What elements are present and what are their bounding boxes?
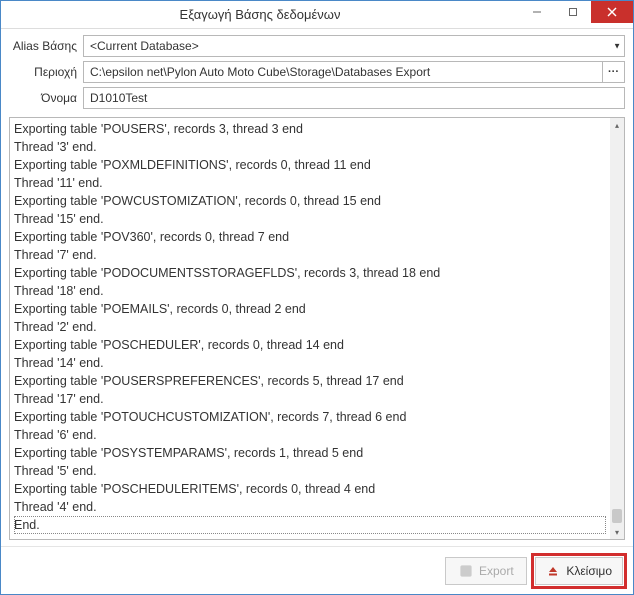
name-label: Όνομα [9,91,83,105]
browse-button[interactable]: ··· [603,61,625,83]
region-row: Περιοχή ··· [9,61,625,83]
export-database-window: Εξαγωγή Βάσης δεδομένων Alias Βάσης ▼ Πε… [0,0,634,595]
log-line: Exporting table 'POTOUCHCUSTOMIZATION', … [14,408,606,426]
window-close-button[interactable] [591,1,633,23]
name-row: Όνομα [9,87,625,109]
window-title: Εξαγωγή Βάσης δεδομένων [1,7,519,22]
log-output: Exporting table 'POUSERS', records 3, th… [9,117,625,540]
log-line: Thread '6' end. [14,426,606,444]
log-line: Thread '2' end. [14,318,606,336]
window-controls [519,1,633,28]
alias-input[interactable] [83,35,625,57]
log-line: Thread '18' end. [14,282,606,300]
log-line: Thread '7' end. [14,246,606,264]
export-button: Export [445,557,527,585]
eject-icon [546,564,560,578]
button-bar: Export Κλείσιμο [1,546,633,594]
region-input-wrap: ··· [83,61,625,83]
maximize-button[interactable] [555,1,591,23]
log-line: Exporting table 'POUSERSPREFERENCES', re… [14,372,606,390]
log-line: Thread '11' end. [14,174,606,192]
log-line: Thread '15' end. [14,210,606,228]
log-line: Thread '17' end. [14,390,606,408]
log-line: Thread '4' end. [14,498,606,516]
alias-combo[interactable]: ▼ [83,35,625,57]
log-line: Exporting table 'POSCHEDULERITEMS', reco… [14,480,606,498]
scrollbar[interactable]: ▴ ▾ [610,118,624,539]
form-area: Alias Βάσης ▼ Περιοχή ··· Όνομα [1,29,633,117]
log-line: Exporting table 'POUSERS', records 3, th… [14,120,606,138]
export-button-label: Export [479,564,514,578]
log-line: End. [14,516,606,534]
titlebar: Εξαγωγή Βάσης δεδομένων [1,1,633,29]
log-line: Exporting table 'POXMLDEFINITIONS', reco… [14,156,606,174]
minimize-button[interactable] [519,1,555,23]
log-line: Thread '14' end. [14,354,606,372]
alias-label: Alias Βάσης [9,39,83,53]
log-line: Exporting table 'PODOCUMENTSSTORAGEFLDS'… [14,264,606,282]
region-input[interactable] [83,61,603,83]
log-line: Thread '3' end. [14,138,606,156]
region-label: Περιοχή [9,65,83,79]
scroll-down-icon[interactable]: ▾ [610,525,624,539]
export-icon [459,564,473,578]
name-input[interactable] [83,87,625,109]
alias-row: Alias Βάσης ▼ [9,35,625,57]
log-lines[interactable]: Exporting table 'POUSERS', records 3, th… [10,118,610,539]
close-button-label: Κλείσιμο [566,564,612,578]
log-line: Exporting table 'POSYSTEMPARAMS', record… [14,444,606,462]
log-line: Exporting table 'POWCUSTOMIZATION', reco… [14,192,606,210]
log-line: Thread '5' end. [14,462,606,480]
log-line: Exporting table 'POSCHEDULER', records 0… [14,336,606,354]
log-line: Exporting table 'POV360', records 0, thr… [14,228,606,246]
close-button[interactable]: Κλείσιμο [535,557,623,585]
scroll-thumb[interactable] [612,509,622,523]
name-input-wrap [83,87,625,109]
scroll-up-icon[interactable]: ▴ [610,118,624,132]
log-line: Exporting table 'POEMAILS', records 0, t… [14,300,606,318]
